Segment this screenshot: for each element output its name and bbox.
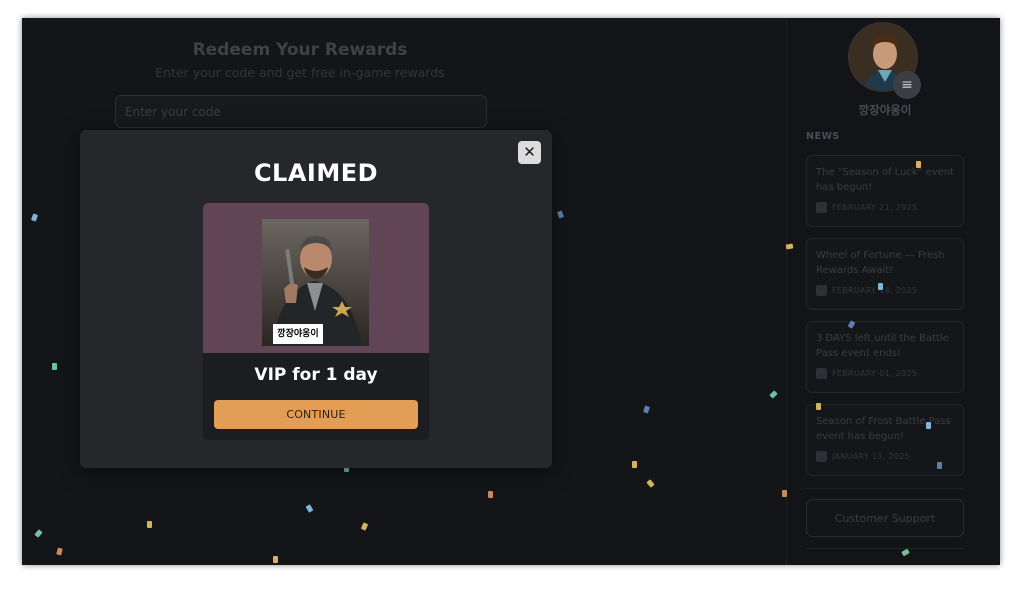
modal-title: CLAIMED <box>253 159 379 187</box>
claimed-modal: ✕ CLAIMED 깡장야옹이 VIP for 1 day CONTINUE <box>80 130 552 468</box>
reward-image-caption: 깡장야옹이 <box>273 324 323 344</box>
reward-card: 깡장야옹이 VIP for 1 day CONTINUE <box>203 203 429 440</box>
continue-button[interactable]: CONTINUE <box>214 400 418 429</box>
app-viewport: Redeem Your Rewards Enter your code and … <box>22 18 1000 565</box>
reward-image-area: 깡장야옹이 <box>203 203 429 353</box>
reward-name: VIP for 1 day <box>254 365 378 385</box>
